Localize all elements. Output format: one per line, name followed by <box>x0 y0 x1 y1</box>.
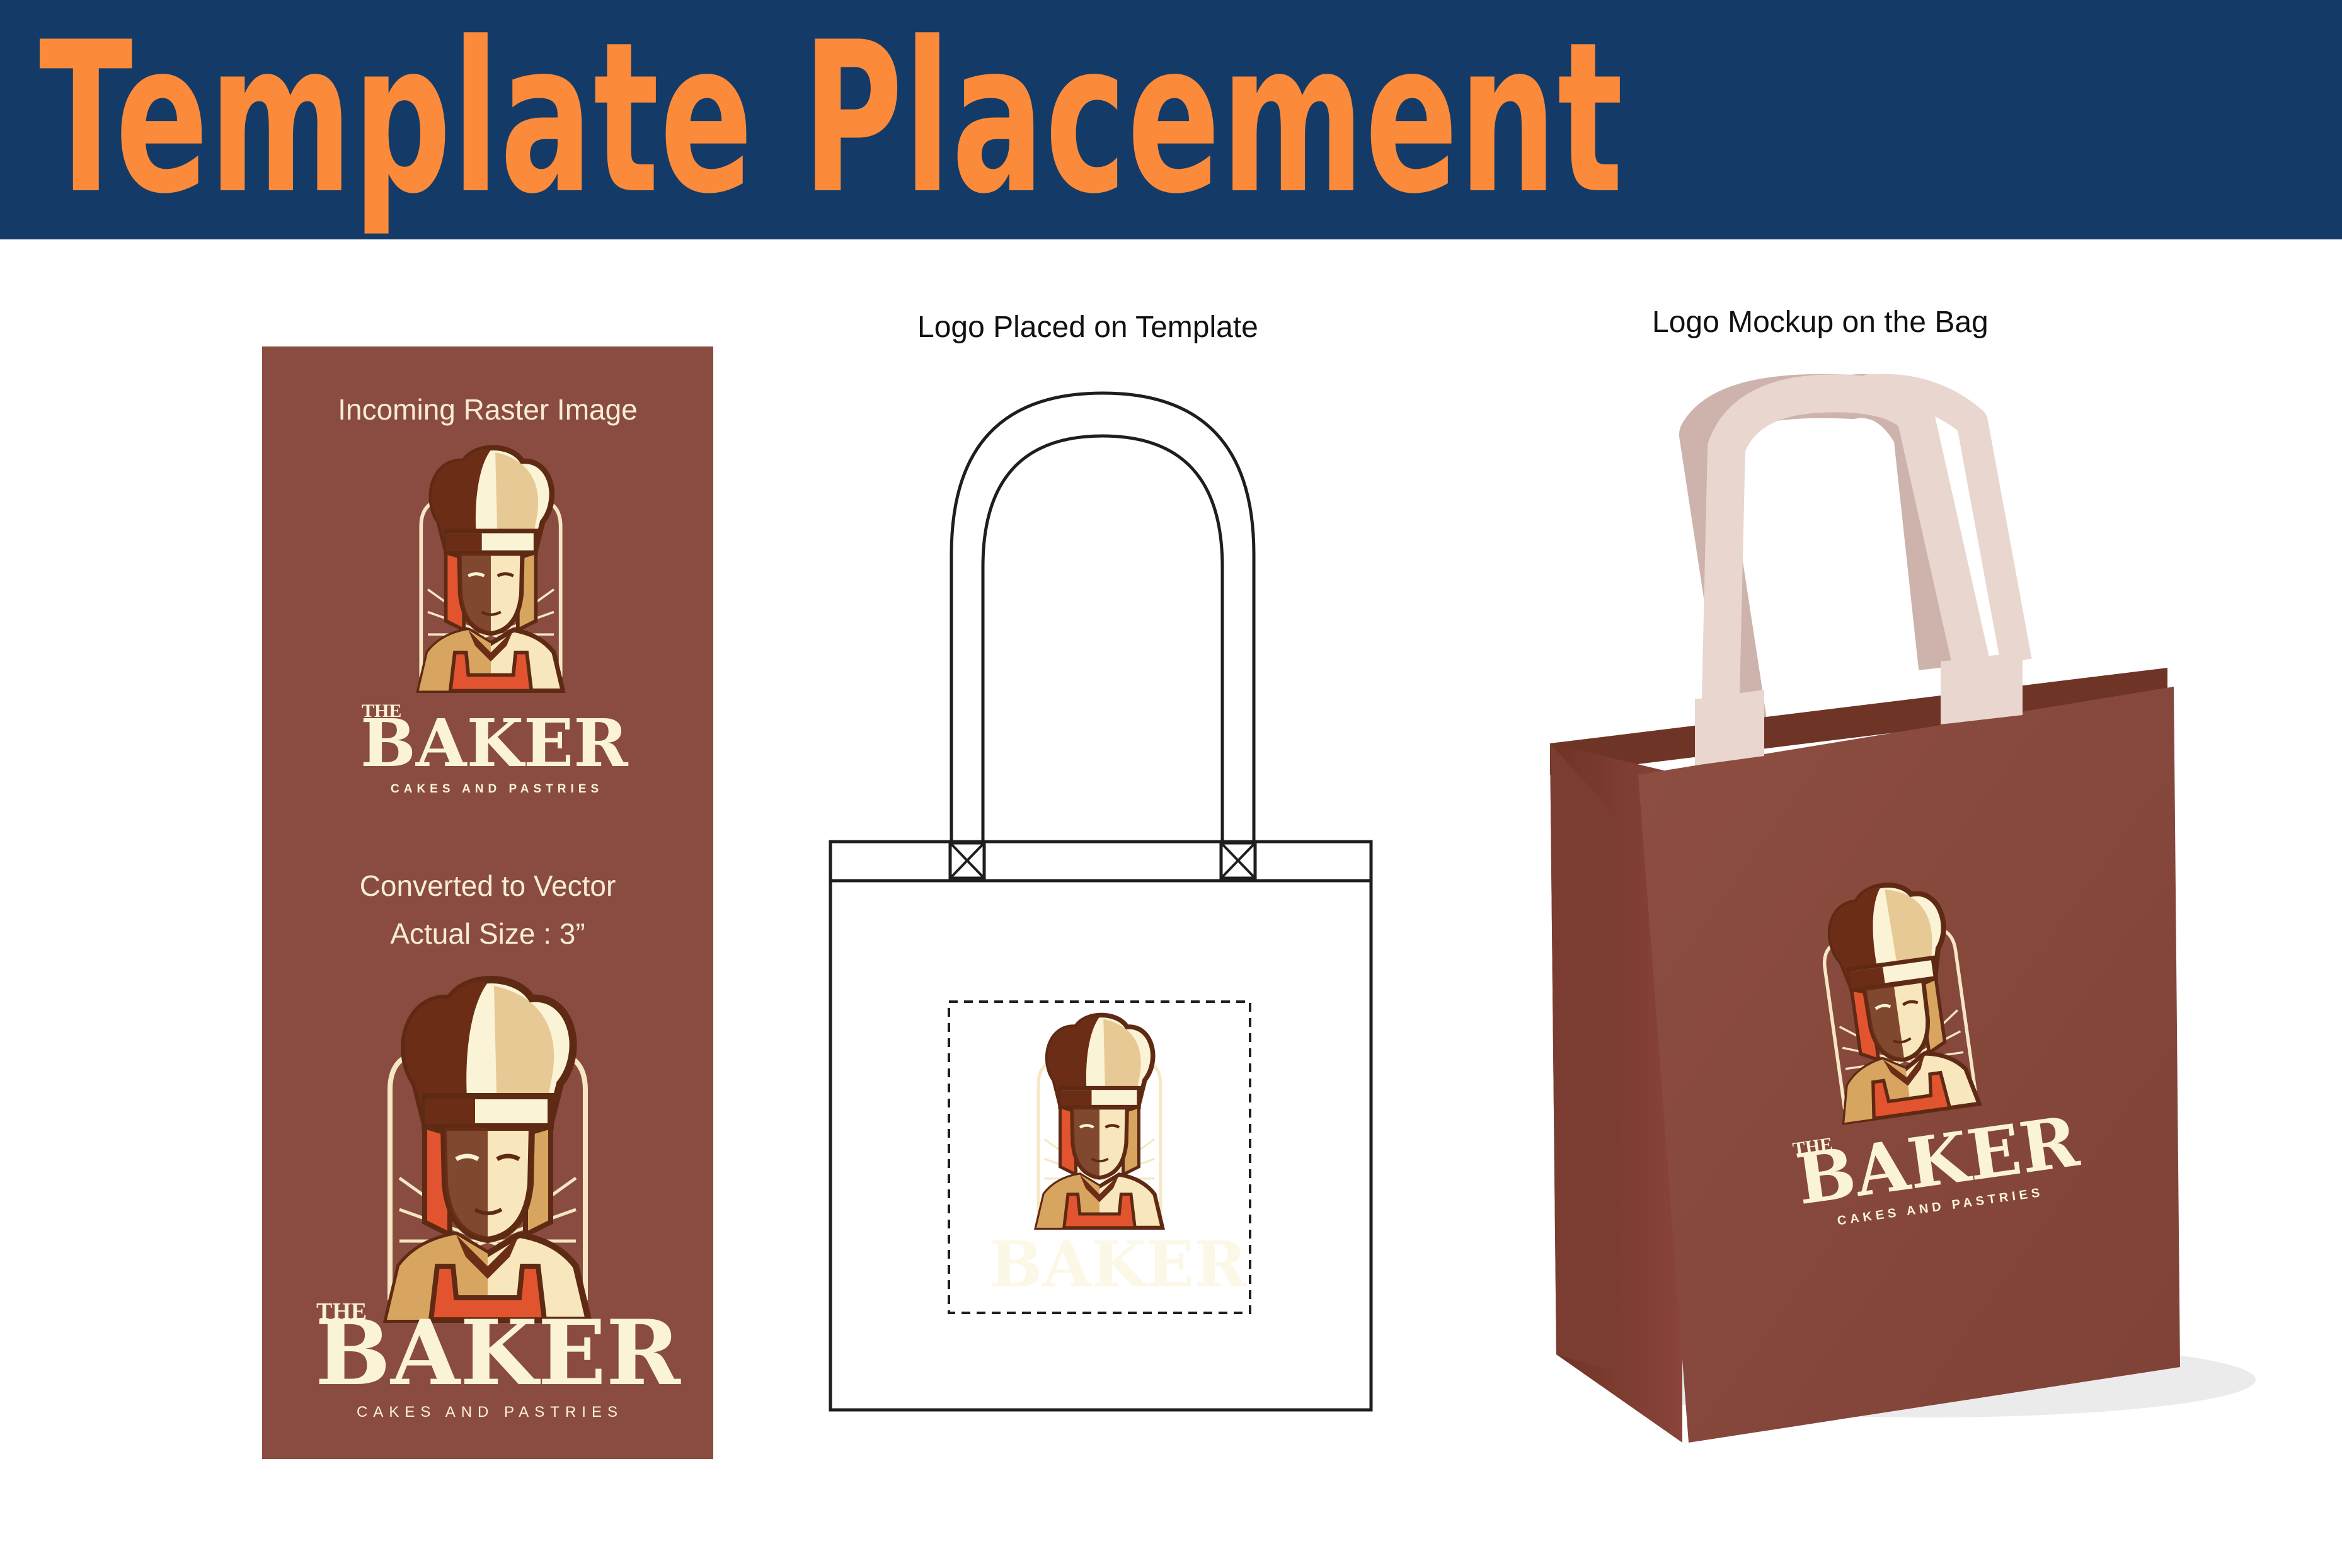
logo-baker-text: BAKER <box>989 1227 1247 1302</box>
mockup-caption: Logo Mockup on the Bag <box>1652 306 1989 339</box>
logo-baker-text: BAKER <box>315 1301 680 1405</box>
chef-logo-icon <box>1021 1009 1178 1230</box>
converted-vector-label: Converted to Vector <box>359 869 616 902</box>
logo-tagline-text: CAKES AND PASTRIES <box>391 782 604 796</box>
logo-baker-text: BAKER <box>360 704 628 782</box>
page-title: Template Placement <box>39 0 1624 239</box>
logo-tagline-text: CAKES AND PASTRIES <box>357 1404 623 1421</box>
chef-logo-icon <box>1794 867 1996 1128</box>
vector-logo: THE BAKER CAKES AND PASTRIES <box>262 970 713 1449</box>
actual-size-label: Actual Size : 3” <box>390 917 585 950</box>
header-bar: Template Placement <box>0 0 2342 239</box>
chef-logo-icon <box>362 970 614 1323</box>
incoming-raster-label: Incoming Raster Image <box>338 393 638 426</box>
mockup-logo: THE BAKER CAKES AND PASTRIES <box>1738 857 2092 1286</box>
chef-logo-icon <box>399 441 582 693</box>
template-caption: Logo Placed on Template <box>917 311 1258 344</box>
template-logo: BAKER <box>951 1003 1253 1314</box>
raster-vector-panel: Incoming Raster Image THE BAKER CAKES AN… <box>262 346 713 1459</box>
raster-logo: THE BAKER CAKES AND PASTRIES <box>262 441 713 832</box>
